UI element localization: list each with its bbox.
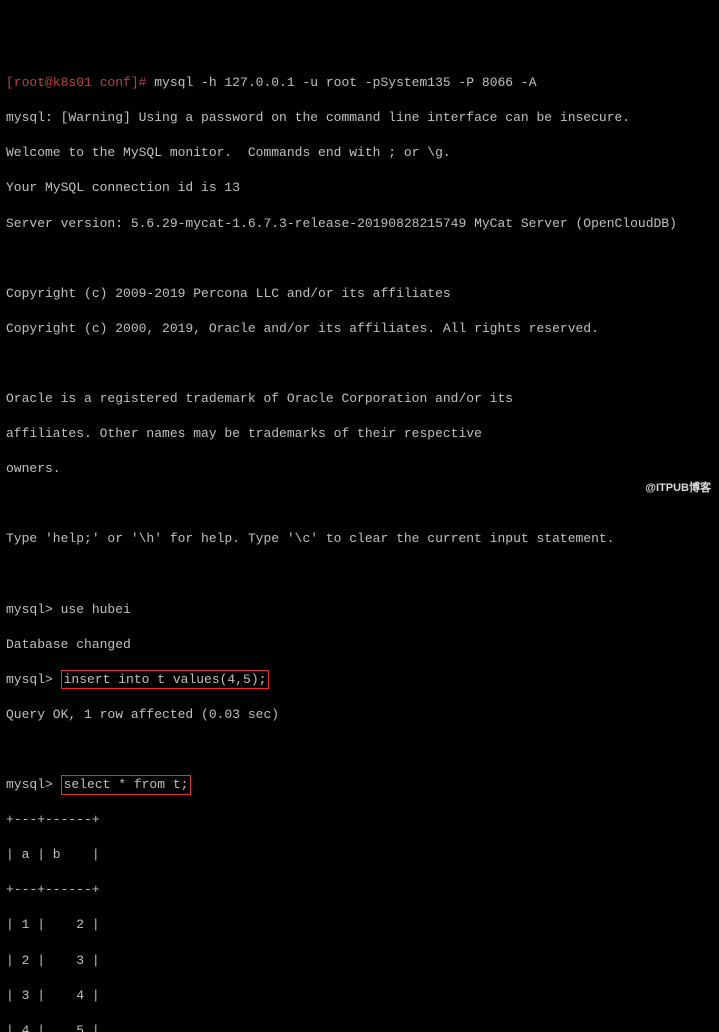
table-row: | 3 | 4 | xyxy=(6,987,713,1005)
oracle-tm-1: Oracle is a registered trademark of Orac… xyxy=(6,390,713,408)
mysql-welcome: Welcome to the MySQL monitor. Commands e… xyxy=(6,144,713,162)
blank-4 xyxy=(6,566,713,584)
insert-result: Query OK, 1 row affected (0.03 sec) xyxy=(6,706,713,724)
blank-2 xyxy=(6,355,713,373)
oracle-tm-2: affiliates. Other names may be trademark… xyxy=(6,425,713,443)
blank-3 xyxy=(6,495,713,513)
table-row: | 4 | 5 | xyxy=(6,1022,713,1032)
shell-line-1: [root@k8s01 conf]# mysql -h 127.0.0.1 -u… xyxy=(6,74,713,92)
db-changed: Database changed xyxy=(6,636,713,654)
table-row: | 2 | 3 | xyxy=(6,952,713,970)
mysql-use-line: mysql> use hubei xyxy=(6,601,713,619)
shell-command-1: mysql -h 127.0.0.1 -u root -pSystem135 -… xyxy=(146,75,536,90)
copyright-percona: Copyright (c) 2009-2019 Percona LLC and/… xyxy=(6,285,713,303)
mysql-prompt: mysql> xyxy=(6,672,61,687)
mysql-warning: mysql: [Warning] Using a password on the… xyxy=(6,109,713,127)
mysql-connid: Your MySQL connection id is 13 xyxy=(6,179,713,197)
help-line: Type 'help;' or '\h' for help. Type '\c'… xyxy=(6,530,713,548)
table-header-row: | a | b | xyxy=(6,846,713,864)
mysql-prompt: mysql> xyxy=(6,602,61,617)
blank-1 xyxy=(6,250,713,268)
table-border-mid: +---+------+ xyxy=(6,881,713,899)
mysql-server-version: Server version: 5.6.29-mycat-1.6.7.3-rel… xyxy=(6,215,713,233)
select-command-highlight: select * from t; xyxy=(61,775,192,795)
table-row: | 1 | 2 | xyxy=(6,916,713,934)
copyright-oracle: Copyright (c) 2000, 2019, Oracle and/or … xyxy=(6,320,713,338)
blank-5 xyxy=(6,741,713,759)
insert-command-highlight: insert into t values(4,5); xyxy=(61,670,270,690)
mysql-insert-line: mysql> insert into t values(4,5); xyxy=(6,671,713,689)
mysql-prompt: mysql> xyxy=(6,777,61,792)
shell-prompt-1: [root@k8s01 conf]# xyxy=(6,75,146,90)
oracle-tm-3: owners. xyxy=(6,460,713,478)
use-command: use hubei xyxy=(61,602,131,617)
mysql-select-line: mysql> select * from t; xyxy=(6,776,713,794)
watermark-text: @ITPUB博客 xyxy=(645,481,711,496)
table-border-top: +---+------+ xyxy=(6,811,713,829)
